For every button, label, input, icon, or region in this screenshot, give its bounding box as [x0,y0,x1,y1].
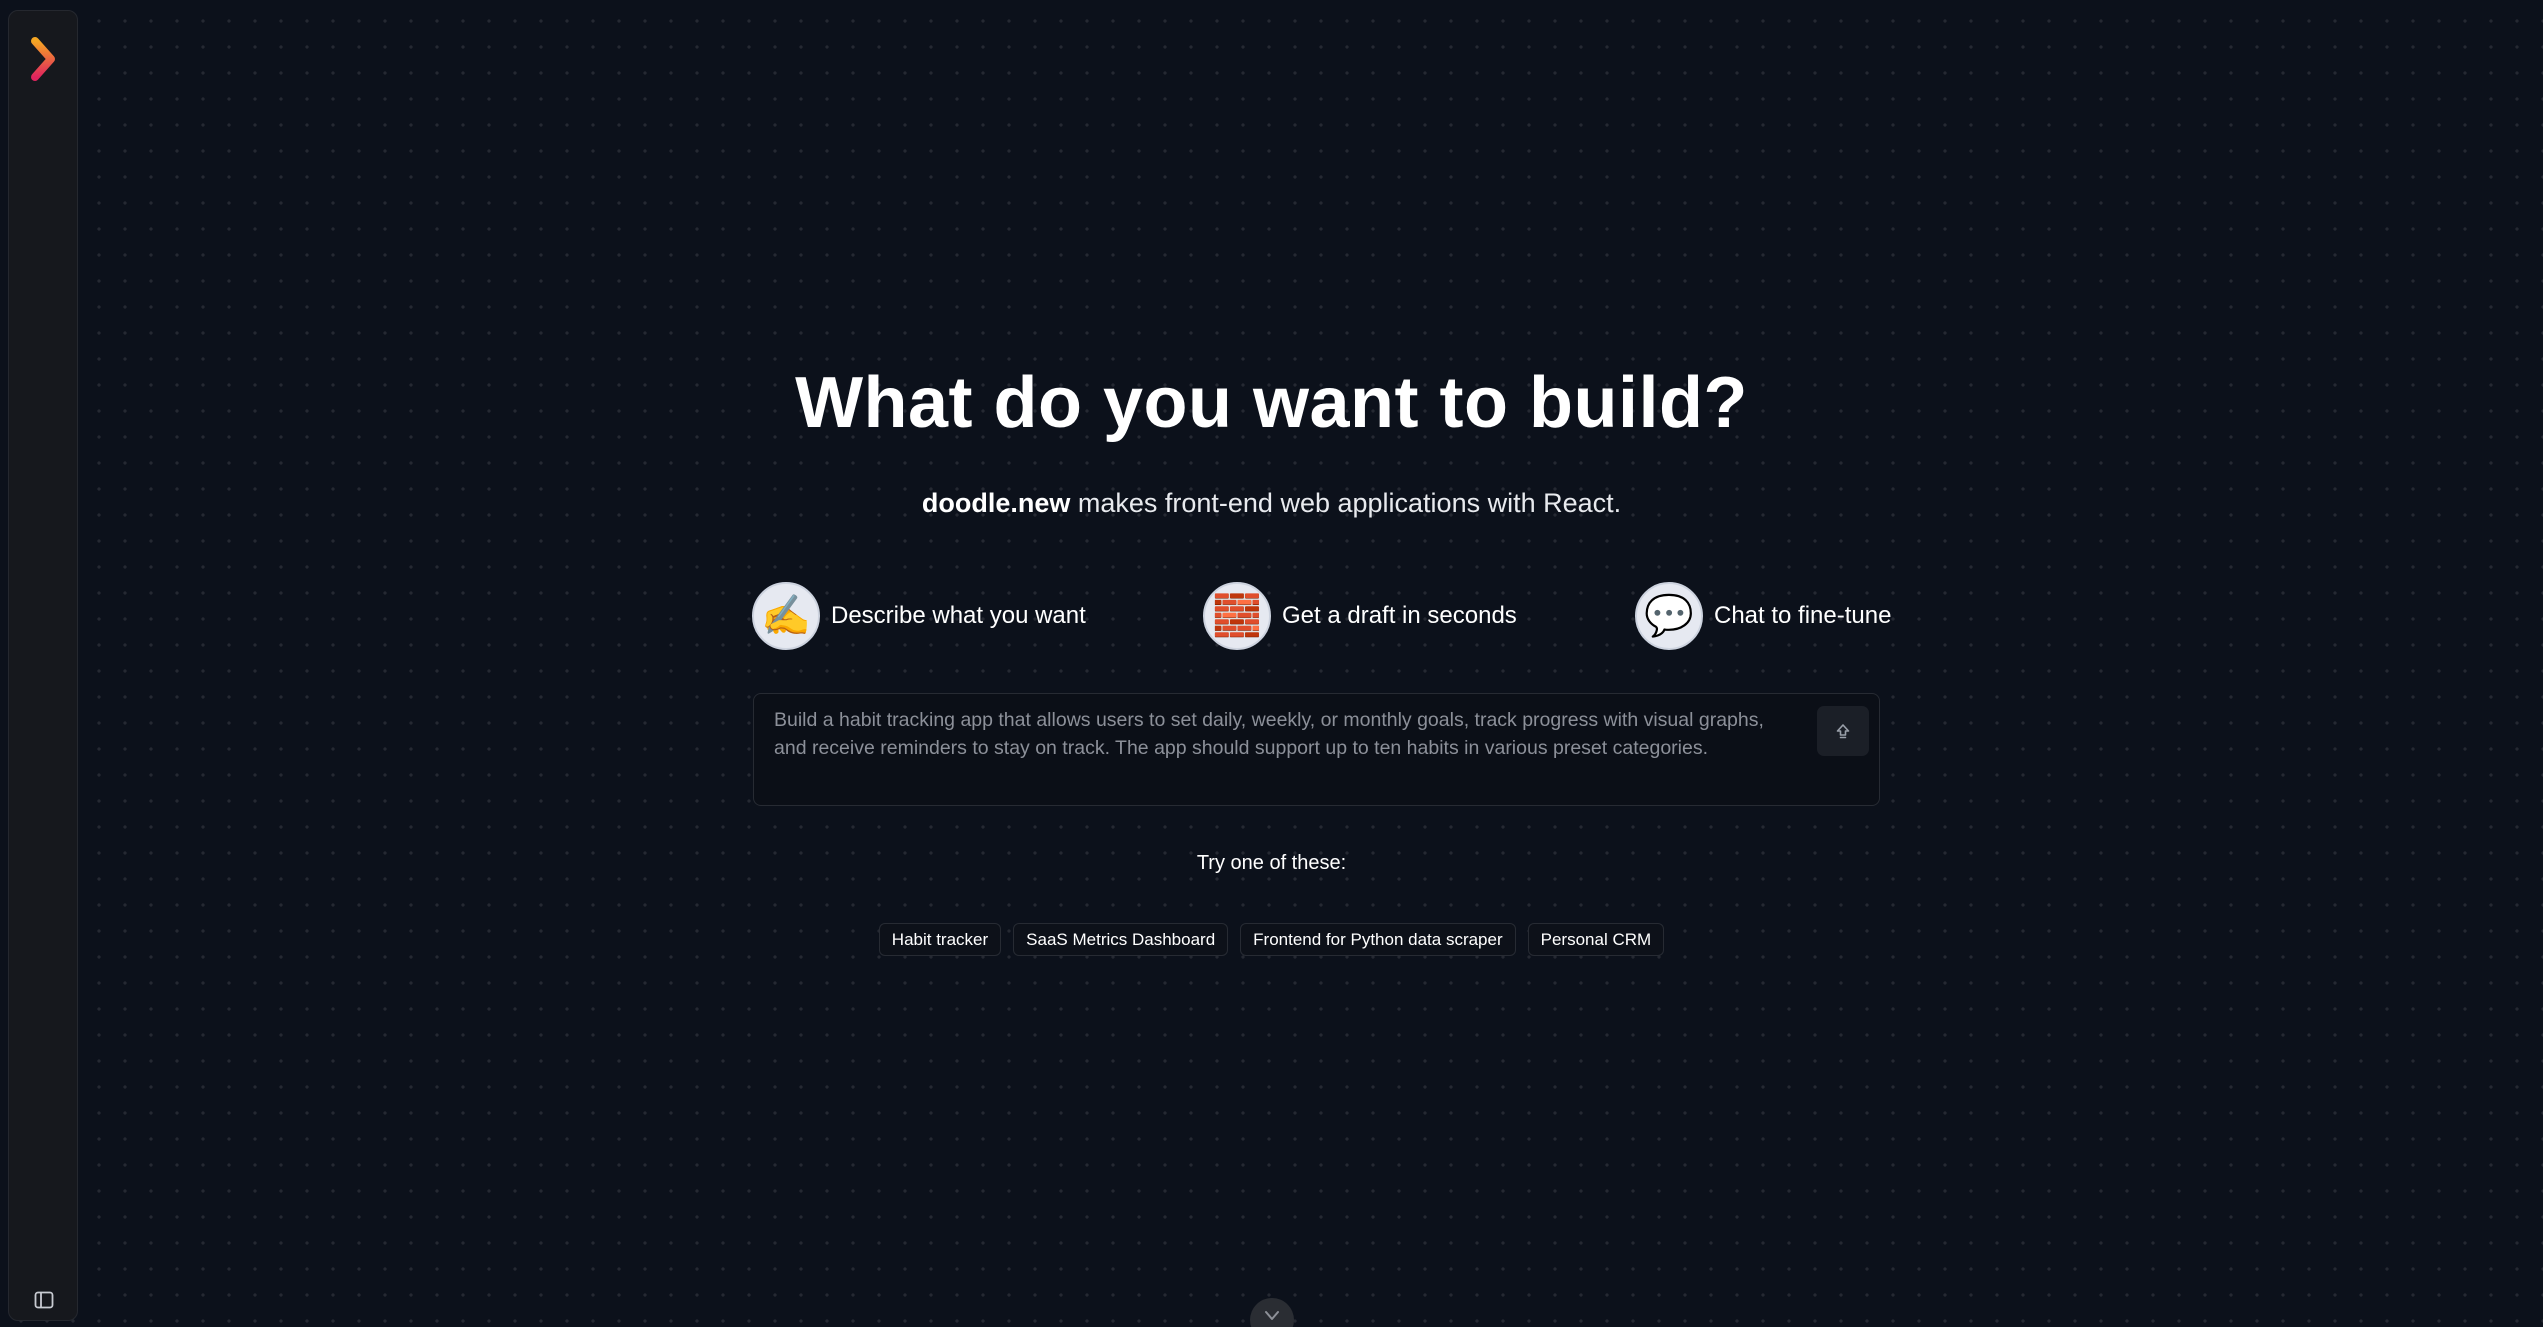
writing-hand-icon: ✍️ [752,582,820,650]
prompt-box [753,693,1880,806]
main-content: What do you want to build? doodle.new ma… [0,0,2543,1327]
suggestions-label: Try one of these: [1196,852,1347,874]
suggestion-chip-habit-tracker[interactable]: Habit tracker [878,923,1002,956]
suggestion-chip-python-scraper-frontend[interactable]: Frontend for Python data scraper [1240,923,1516,956]
step-label: Get a draft in seconds [1282,602,1517,629]
subtitle-text: makes front-end web applications with Re… [1070,488,1622,518]
brand-name: doodle.new [921,488,1071,518]
suggestion-chip-personal-crm[interactable]: Personal CRM [1527,923,1665,956]
suggestion-chips: Habit tracker SaaS Metrics Dashboard Fro… [0,923,2543,956]
step-draft: 🧱 Get a draft in seconds [1203,581,1517,651]
prompt-input[interactable] [774,706,1774,796]
send-button[interactable] [1817,706,1869,756]
step-describe: ✍️ Describe what you want [752,581,1086,651]
page-subtitle: doodle.new makes front-end web applicati… [0,488,2543,519]
speech-bubble-icon: 💬 [1635,582,1703,650]
suggestion-chip-saas-metrics-dashboard[interactable]: SaaS Metrics Dashboard [1013,923,1229,956]
page-title: What do you want to build? [795,363,1748,443]
chevron-down-icon [1265,1311,1279,1320]
step-label: Chat to fine-tune [1714,602,1892,629]
step-label: Describe what you want [831,602,1086,629]
scroll-down-button[interactable] [1250,1298,1294,1327]
arrow-up-icon [1836,724,1850,739]
step-chat: 💬 Chat to fine-tune [1635,581,1891,651]
how-it-works-steps: ✍️ Describe what you want 🧱 Get a draft … [752,581,1891,651]
bricks-icon: 🧱 [1203,582,1271,650]
